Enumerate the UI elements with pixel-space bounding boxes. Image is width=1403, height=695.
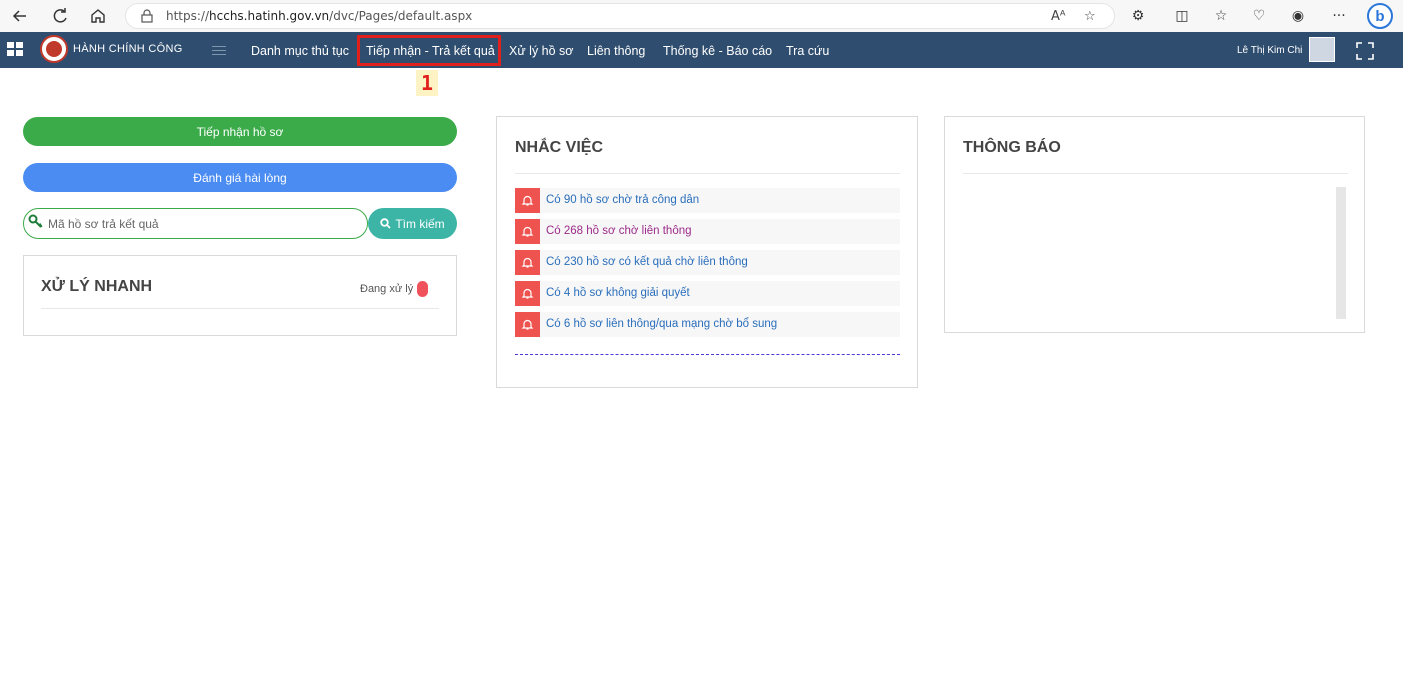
bell-icon — [515, 312, 540, 337]
reminder-text[interactable]: Có 230 hồ sơ có kết quả chờ liên thông — [546, 256, 748, 268]
menu-highlight-box — [357, 35, 501, 66]
search-button-label: Tìm kiếm — [395, 216, 445, 231]
brand-title[interactable]: HÀNH CHÍNH CÔNG — [73, 43, 183, 55]
reminders-panel: NHẮC VIỆC Có 90 hồ sơ chờ trả công dân C… — [496, 116, 918, 388]
divider — [963, 173, 1348, 174]
menu-item-catalog[interactable]: Danh mục thủ tục — [251, 44, 349, 58]
reminder-item[interactable]: Có 268 hồ sơ chờ liên thông — [515, 219, 900, 244]
more-icon[interactable]: ··· — [1328, 5, 1350, 27]
divider — [515, 173, 900, 174]
reminder-item[interactable]: Có 4 hồ sơ không giải quyết — [515, 281, 900, 306]
favorite-star-icon[interactable]: ☆ — [1084, 9, 1096, 24]
menu-item-lookup[interactable]: Tra cứu — [786, 44, 829, 58]
back-arrow-icon[interactable] — [8, 4, 32, 28]
search-button[interactable]: Tìm kiếm — [368, 208, 457, 239]
app-header: HÀNH CHÍNH CÔNG Danh mục thủ tục Tiếp nh… — [0, 32, 1403, 68]
refresh-icon[interactable] — [48, 4, 72, 28]
favorites-icon[interactable]: ☆ — [1210, 5, 1232, 27]
menu-item-process[interactable]: Xử lý hồ sơ — [509, 44, 574, 58]
read-aloud-icon[interactable]: Aᴬ — [1051, 9, 1066, 24]
notifications-scrollbar[interactable] — [1336, 187, 1346, 319]
user-name[interactable]: Lê Thị Kim Chi — [1237, 45, 1302, 56]
logo-icon — [40, 35, 68, 63]
reminder-item[interactable]: Có 230 hồ sơ có kết quả chờ liên thông — [515, 250, 900, 275]
status-badge — [417, 281, 428, 297]
quick-process-title: XỬ LÝ NHANH — [41, 278, 153, 295]
reminder-text[interactable]: Có 268 hồ sơ chờ liên thông — [546, 225, 692, 237]
performance-icon[interactable]: ♡ — [1248, 5, 1270, 27]
fullscreen-icon[interactable] — [1356, 42, 1374, 60]
bell-icon — [515, 219, 540, 244]
reminder-text[interactable]: Có 90 hồ sơ chờ trả công dân — [546, 194, 699, 206]
reminder-text[interactable]: Có 4 hồ sơ không giải quyết — [546, 287, 690, 299]
menu-item-statistics[interactable]: Thống kê - Báo cáo — [663, 44, 772, 58]
address-bar[interactable]: https://hcchs.hatinh.gov.vn/dvc/Pages/de… — [125, 3, 1115, 29]
bell-icon — [515, 281, 540, 306]
profile-icon[interactable]: ◉ — [1287, 5, 1309, 27]
apps-grid-icon[interactable] — [7, 42, 23, 56]
key-search-icon — [28, 214, 43, 228]
site-info-icon[interactable] — [140, 9, 154, 23]
notifications-panel: THÔNG BÁO — [944, 116, 1365, 333]
bell-icon — [515, 250, 540, 275]
home-icon[interactable] — [86, 4, 110, 28]
satisfaction-rating-button[interactable]: Đánh giá hài lòng — [23, 163, 457, 192]
reminders-title: NHẮC VIỆC — [515, 139, 604, 156]
divider — [41, 308, 439, 309]
reminder-text[interactable]: Có 6 hồ sơ liên thông/qua mạng chờ bổ su… — [546, 318, 777, 330]
search-field[interactable] — [23, 208, 368, 239]
browser-toolbar: https://hcchs.hatinh.gov.vn/dvc/Pages/de… — [0, 0, 1403, 32]
receive-dossier-button[interactable]: Tiếp nhận hồ sơ — [23, 117, 457, 146]
notifications-title: THÔNG BÁO — [963, 139, 1061, 156]
bell-icon — [515, 188, 540, 213]
quick-process-panel: XỬ LÝ NHANH Đang xử lý — [23, 255, 457, 336]
processing-status-label[interactable]: Đang xử lý — [360, 283, 413, 295]
reminder-item[interactable]: Có 6 hồ sơ liên thông/qua mạng chờ bổ su… — [515, 312, 900, 337]
avatar[interactable] — [1309, 37, 1335, 62]
menu-item-interlink[interactable]: Liên thông — [587, 44, 645, 58]
step-number-label: 1 — [416, 70, 438, 96]
split-screen-icon[interactable]: ◫ — [1171, 5, 1193, 27]
hamburger-menu-icon[interactable] — [212, 46, 226, 58]
bing-copilot-icon[interactable]: b — [1367, 3, 1393, 29]
reminder-item[interactable]: Có 90 hồ sơ chờ trả công dân — [515, 188, 900, 213]
url-text: https://hcchs.hatinh.gov.vn/dvc/Pages/de… — [166, 9, 473, 23]
search-input[interactable] — [48, 215, 358, 233]
dotted-divider — [515, 354, 900, 355]
magnifier-icon — [380, 218, 391, 229]
extensions-icon[interactable]: ⚙ — [1127, 5, 1149, 27]
